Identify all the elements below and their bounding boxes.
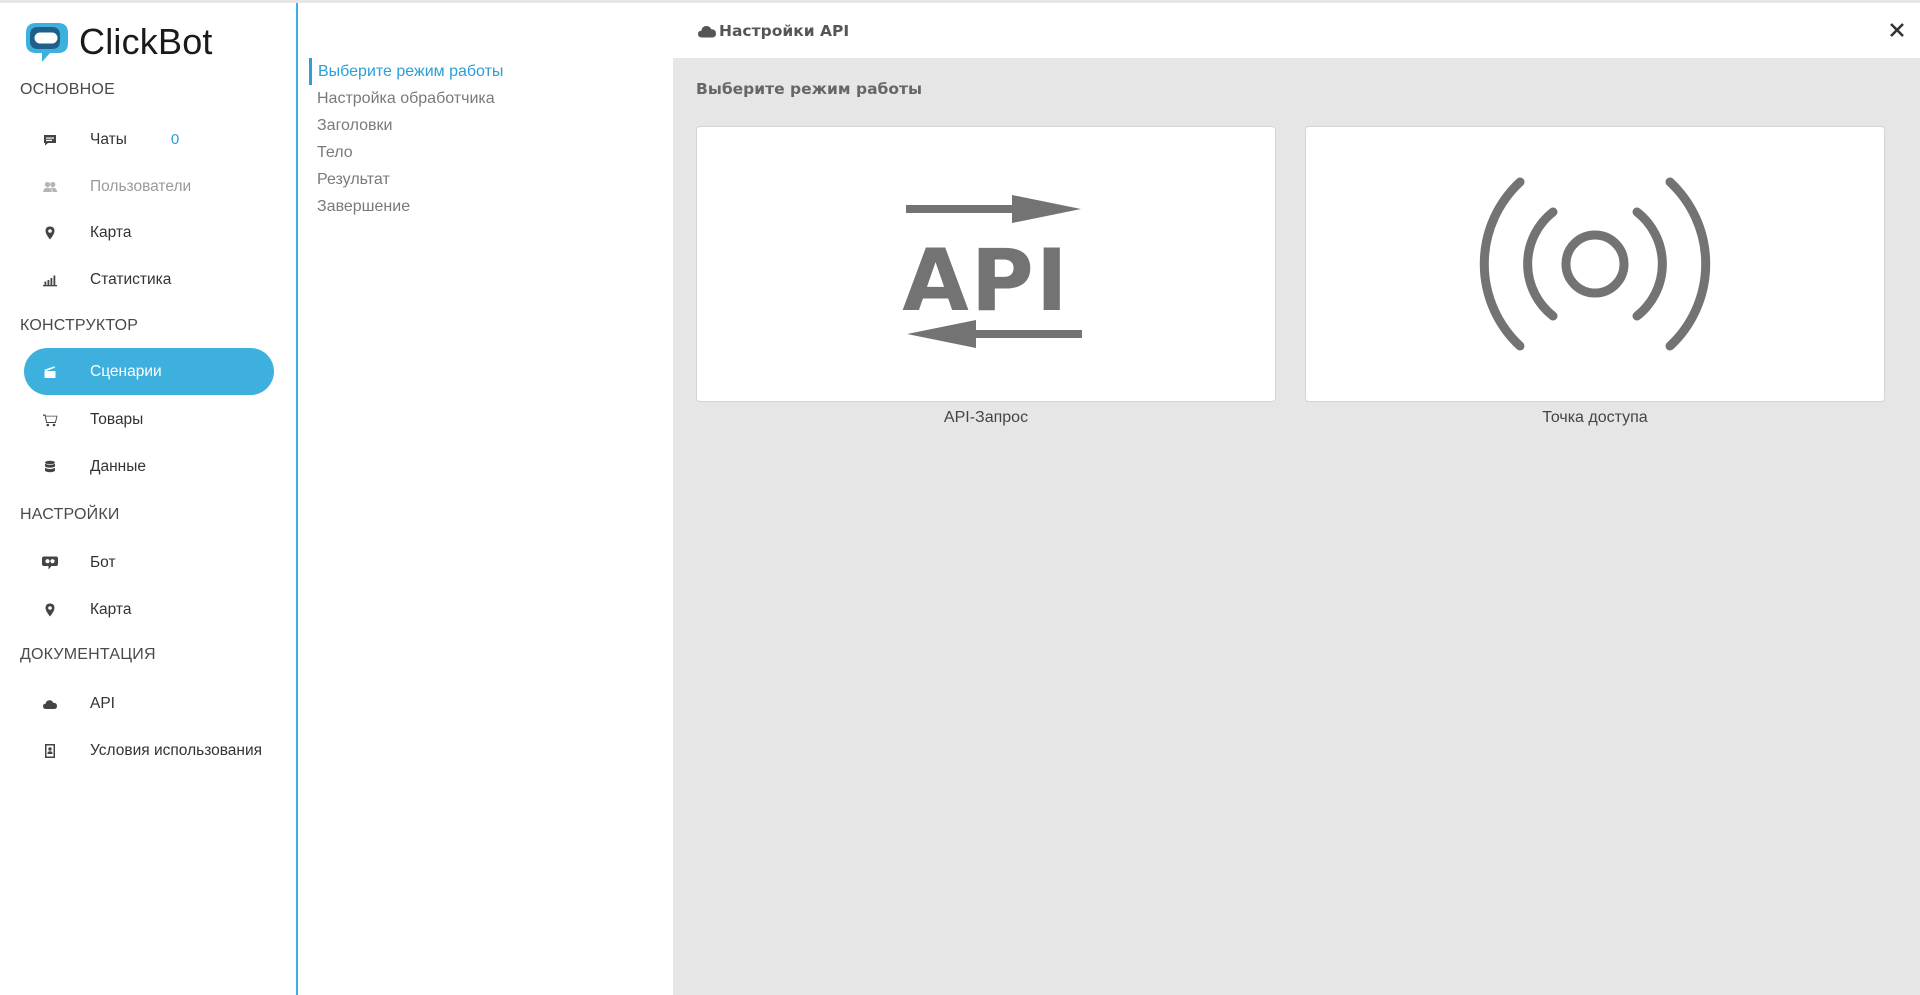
modal-title: Настройки API: [719, 21, 850, 40]
sidebar-item-map[interactable]: Карта: [24, 209, 274, 256]
sidebar-item-scenarios[interactable]: Сценарии: [24, 348, 274, 395]
sidebar-item-label: Карта: [90, 223, 132, 241]
sidebar-item-label: Бот: [90, 553, 116, 571]
close-icon: [1890, 23, 1904, 37]
steps-panel: Выберите режим работы Настройка обработч…: [300, 3, 673, 995]
option-label-api-request: API-Запрос: [943, 409, 1029, 426]
sidebar-item-api[interactable]: API: [24, 680, 274, 727]
modal-header: Настройки API: [673, 3, 1920, 58]
sidebar-item-goods[interactable]: Товары: [24, 396, 274, 443]
option-card-access-point[interactable]: [1305, 126, 1885, 402]
option-card-api-request[interactable]: API: [696, 126, 1276, 402]
broadcast-icon: [1479, 177, 1711, 351]
sidebar-item-label: Товары: [90, 410, 144, 428]
sidebar-item-terms[interactable]: Условия использования: [24, 727, 274, 774]
clapperboard-icon: [24, 364, 76, 380]
sidebar-item-label: Сценарии: [90, 362, 162, 380]
database-icon: [24, 459, 76, 475]
sidebar-item-statistics[interactable]: Статистика: [24, 256, 274, 303]
cart-icon: [24, 412, 76, 428]
sidebar-item-label: Чаты: [90, 130, 127, 148]
clickbot-logo-icon: [26, 23, 68, 62]
brand-name: ClickBot: [79, 21, 213, 62]
bar-chart-icon: [24, 272, 76, 288]
step-result[interactable]: Результат: [309, 166, 390, 193]
step-headers[interactable]: Заголовки: [309, 112, 392, 139]
map-pin-icon: [24, 225, 76, 241]
step-body[interactable]: Тело: [309, 139, 353, 166]
sidebar-item-label: Статистика: [90, 270, 172, 288]
section-title-documentation: ДОКУМЕНТАЦИЯ: [20, 646, 156, 663]
sidebar-item-label: Пользователи: [90, 177, 192, 195]
cloud-icon: [24, 696, 76, 712]
api-art-text: API: [902, 231, 1070, 331]
bot-icon: [24, 555, 76, 571]
mode-subtitle: Выберите режим работы: [696, 80, 922, 98]
chats-count-badge: 0: [170, 131, 180, 148]
option-label-access-point: Точка доступа: [1542, 409, 1648, 426]
sidebar-item-label: Условия использования: [90, 741, 263, 759]
section-title-main: ОСНОВНОЕ: [20, 81, 115, 98]
map-pin-icon: [24, 602, 76, 618]
sidebar-item-bot[interactable]: Бот: [24, 539, 274, 586]
api-arrows-icon: API: [902, 195, 1082, 348]
main-panel: Настройки API Выберите режим работы API …: [673, 3, 1920, 995]
section-title-settings: НАСТРОЙКИ: [20, 506, 120, 523]
cloud-icon: [698, 25, 716, 37]
step-finish[interactable]: Завершение: [309, 193, 410, 220]
step-select-mode[interactable]: Выберите режим работы: [309, 58, 503, 85]
users-icon: [24, 179, 76, 195]
section-title-constructor: КОНСТРУКТОР: [20, 317, 139, 334]
sidebar-item-label: Данные: [90, 457, 146, 475]
sidebar-item-chats[interactable]: Чаты 0: [24, 116, 274, 163]
close-button[interactable]: [1888, 21, 1906, 39]
sidebar-item-label: API: [90, 694, 115, 712]
document-icon: [24, 743, 76, 759]
brand-logo[interactable]: ClickBot: [24, 21, 213, 63]
sidebar-item-label: Карта: [90, 600, 132, 618]
sidebar-item-users[interactable]: Пользователи: [24, 163, 274, 210]
chat-icon: [24, 132, 76, 148]
sidebar-item-settings-map[interactable]: Карта: [24, 586, 274, 633]
step-handler-setup[interactable]: Настройка обработчика: [309, 85, 495, 112]
sidebar-item-data[interactable]: Данные: [24, 443, 274, 490]
sidebar: ClickBot ОСНОВНОЕ Чаты 0 Пользователи Ка…: [0, 3, 298, 995]
